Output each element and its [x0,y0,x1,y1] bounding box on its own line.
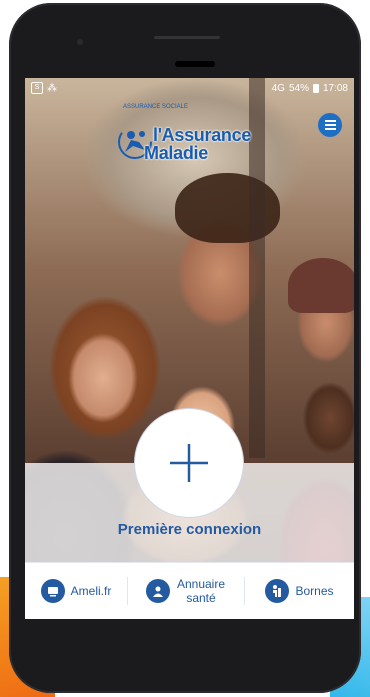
speaker-slot [175,61,215,67]
earpiece [154,36,220,39]
nav-item-ameli[interactable]: Ameli.fr [25,579,127,603]
assurance-maladie-logo: ASSURANCE SOCIALE l'Assurance Maladie [113,104,263,176]
signal-icon: 4G [271,82,285,94]
logo-line2: Maladie [144,143,208,163]
battery-percent: 54% [288,82,309,94]
battery-icon [312,83,319,93]
plus-icon [170,444,208,482]
hero-photo-detail [288,258,354,313]
app-screen: S ⁂ 4G 54% 17:08 ASSURANCE SOCIALE l'Ass… [25,78,354,619]
notification-icon: ⁂ [47,82,57,94]
bottom-navigation: Ameli.fr Annuaire santé Bornes [25,562,354,619]
kiosk-icon [265,579,290,603]
nav-item-annuaire[interactable]: Annuaire santé [127,577,245,605]
logo-line1: l'Assurance [153,125,252,145]
computer-icon [40,579,65,603]
hamburger-icon [324,120,336,122]
front-camera [77,39,83,45]
nav-item-bornes[interactable]: Bornes [245,579,354,603]
logo-arc-text: ASSURANCE SOCIALE [123,104,189,110]
first-login-button[interactable] [134,408,244,518]
menu-button[interactable] [318,113,342,137]
clock: 17:08 [322,82,348,94]
first-login-label[interactable]: Première connexion [25,521,354,538]
hamburger-icon [324,128,336,130]
hamburger-icon [324,124,336,126]
nav-label-ameli: Ameli.fr [70,584,112,598]
nav-label-annuaire: Annuaire [176,577,226,591]
status-bar: S ⁂ 4G 54% 17:08 [25,78,354,98]
doctor-icon [146,579,170,603]
app-notification-icon: S [31,82,43,94]
nav-label-sante: santé [186,591,216,605]
nav-label-bornes: Bornes [295,584,334,598]
